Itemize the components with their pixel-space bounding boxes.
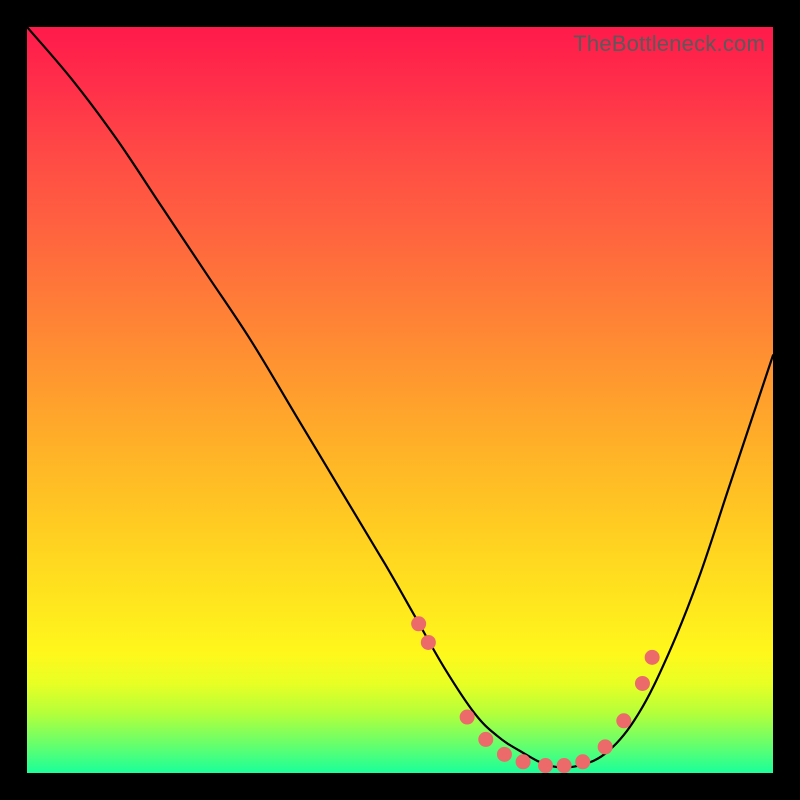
highlight-marker xyxy=(557,758,572,773)
highlight-marker xyxy=(616,713,631,728)
highlight-marker xyxy=(411,616,426,631)
highlight-markers xyxy=(411,616,660,773)
highlight-marker xyxy=(645,650,660,665)
highlight-marker xyxy=(575,754,590,769)
highlight-marker xyxy=(598,739,613,754)
highlight-marker xyxy=(421,635,436,650)
chart-svg xyxy=(27,27,773,773)
highlight-marker xyxy=(635,676,650,691)
plot-area: TheBottleneck.com xyxy=(27,27,773,773)
highlight-marker xyxy=(478,732,493,747)
chart-container: TheBottleneck.com xyxy=(0,0,800,800)
watermark-text: TheBottleneck.com xyxy=(573,31,765,57)
highlight-marker xyxy=(497,747,512,762)
bottleneck-curve xyxy=(27,27,773,768)
highlight-marker xyxy=(538,758,553,773)
highlight-marker xyxy=(516,754,531,769)
highlight-marker xyxy=(460,710,475,725)
